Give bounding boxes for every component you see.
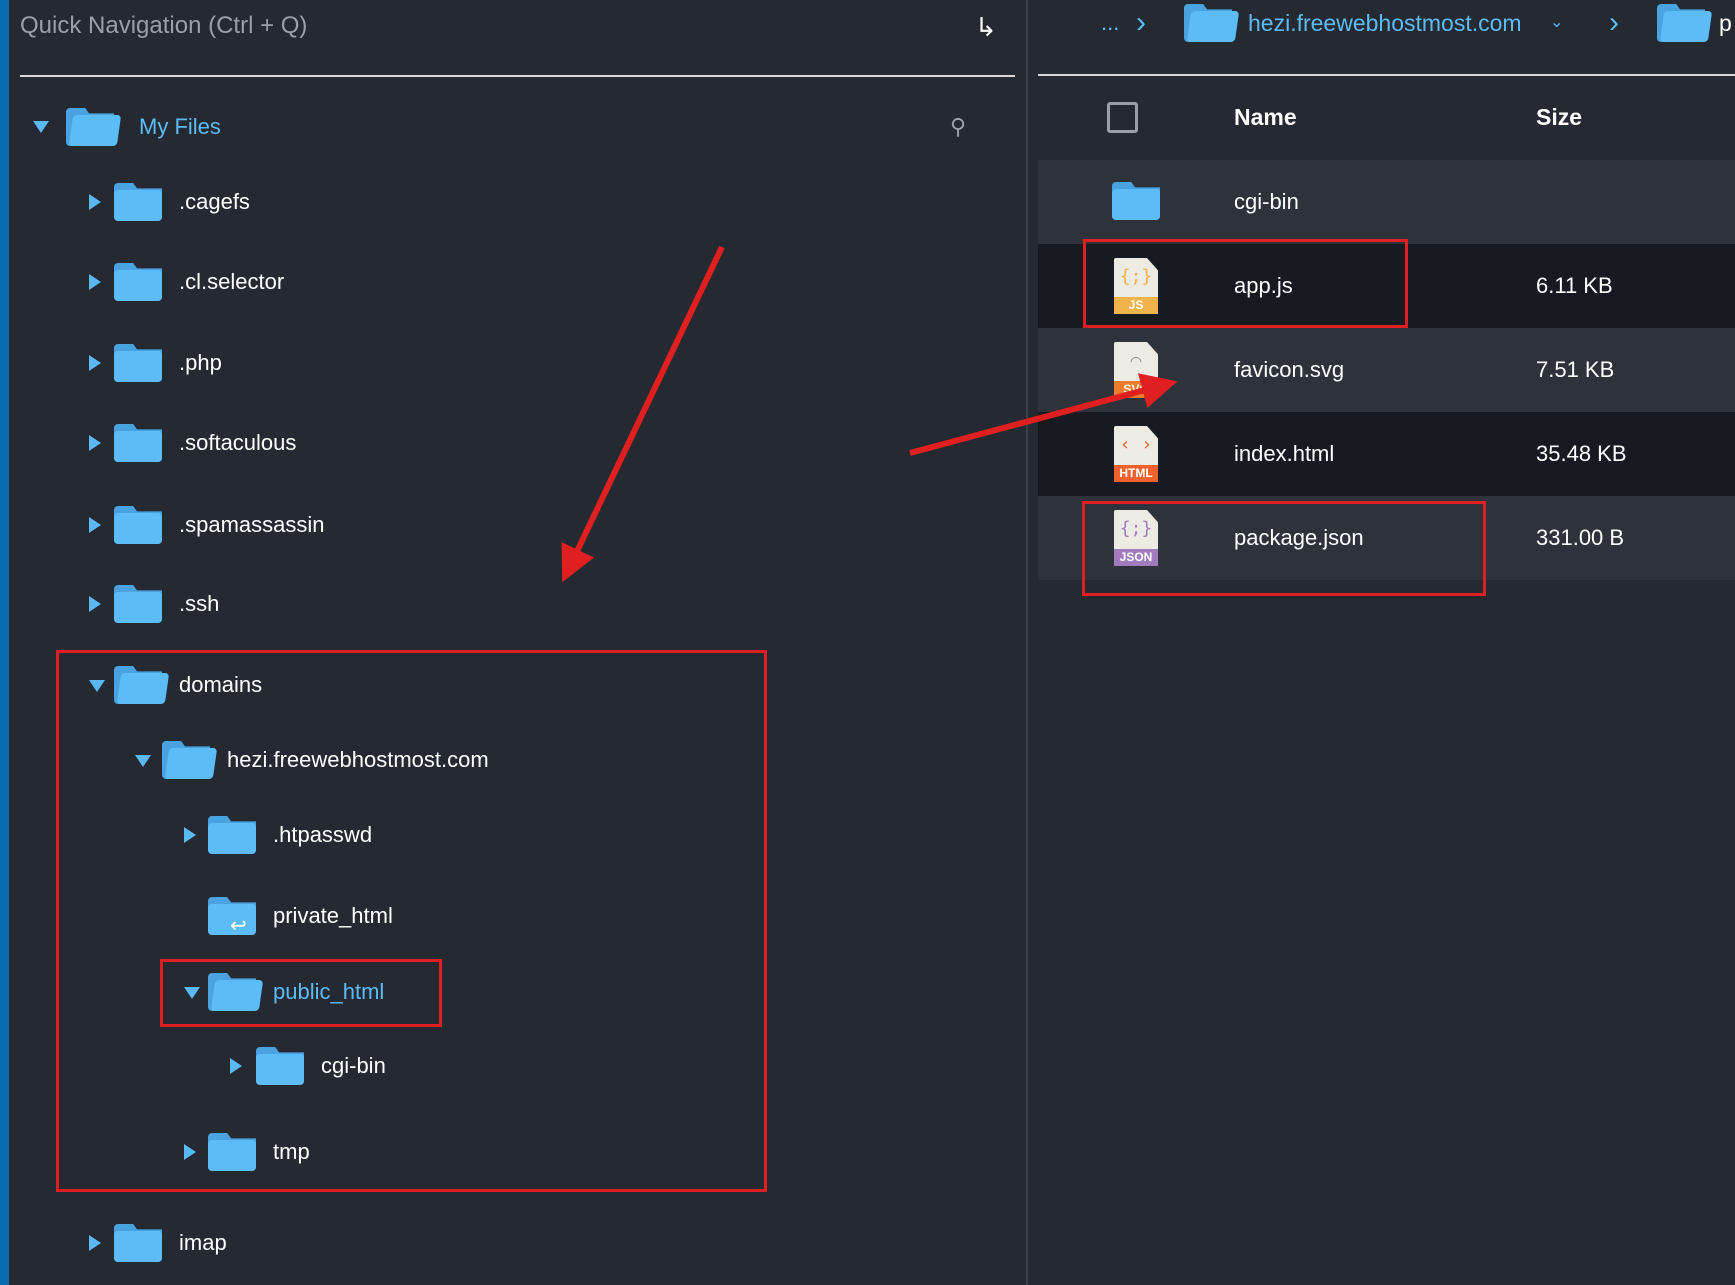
annotation-arrow (561, 245, 725, 583)
annotation-arrows (561, 245, 1178, 583)
annotation-arrow (909, 373, 1178, 456)
